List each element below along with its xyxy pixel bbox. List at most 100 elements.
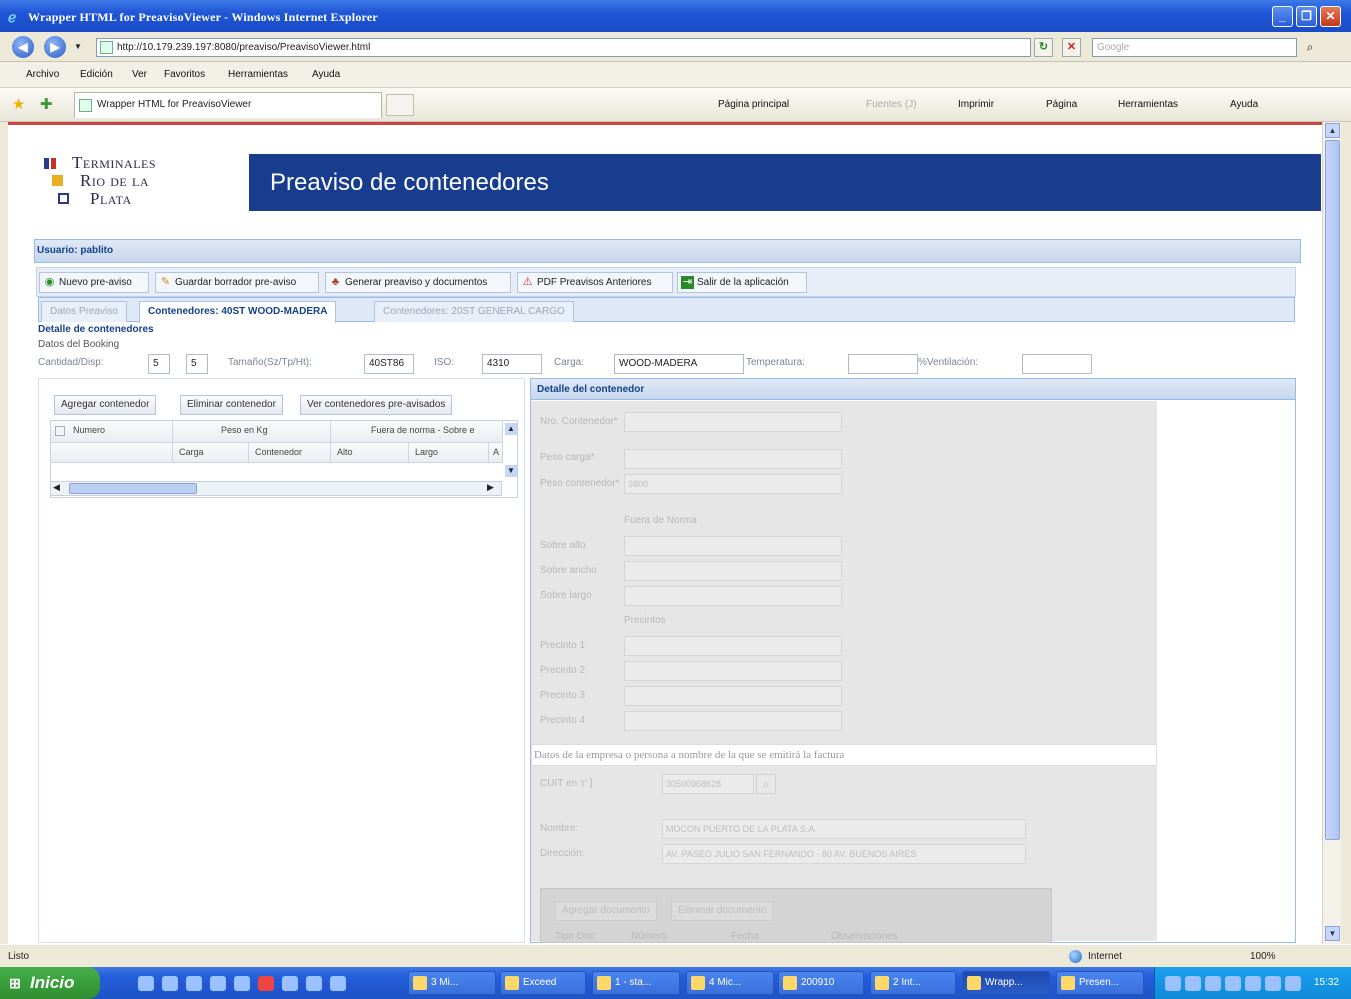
- new-tab-button[interactable]: [386, 94, 414, 116]
- help-command[interactable]: Ayuda: [1230, 99, 1258, 110]
- quicklaunch-icon[interactable]: [210, 976, 226, 991]
- tray-icon[interactable]: [1285, 976, 1301, 991]
- scroll-thumb[interactable]: [1325, 140, 1340, 840]
- grid-scroll-left-icon[interactable]: ◀: [53, 482, 60, 493]
- cuit-search-icon[interactable]: ⌕: [756, 774, 776, 794]
- quicklaunch-icon[interactable]: [282, 976, 298, 991]
- tab-40st-wood[interactable]: Contenedores: 40ST WOOD-MADERA: [139, 301, 337, 323]
- minimize-button[interactable]: _: [1272, 6, 1293, 27]
- menu-ver[interactable]: Ver: [132, 69, 147, 80]
- sobre-largo-field[interactable]: [624, 586, 842, 606]
- tools-command[interactable]: Herramientas: [1118, 99, 1178, 110]
- precinto4-field[interactable]: [624, 711, 842, 731]
- grid-subheader-carga[interactable]: Carga: [173, 443, 249, 463]
- stop-icon[interactable]: ✕: [1062, 38, 1081, 57]
- quicklaunch-icon[interactable]: [306, 976, 322, 991]
- tray-icon[interactable]: [1245, 976, 1261, 991]
- add-document-button[interactable]: Agregar documento: [555, 901, 657, 921]
- cuit-field[interactable]: 30500968628: [662, 774, 754, 794]
- page-scrollbar[interactable]: ▲ ▼: [1322, 122, 1341, 944]
- home-command[interactable]: Página principal: [718, 99, 789, 110]
- menu-herramientas[interactable]: Herramientas: [228, 69, 288, 80]
- close-button[interactable]: ✕: [1320, 6, 1341, 27]
- feeds-command[interactable]: Fuentes (J): [866, 99, 917, 110]
- history-dropdown-icon[interactable]: ▼: [74, 42, 82, 51]
- forward-button[interactable]: ▶: [44, 36, 66, 58]
- grid-hscrollbar[interactable]: ◀ ▶: [50, 481, 502, 496]
- grid-hscroll-thumb[interactable]: [69, 483, 197, 494]
- search-icon[interactable]: ⌕: [1300, 38, 1320, 57]
- direccion-field[interactable]: AV. PASEO JULIO SAN FERNANDO - 80 AV. BU…: [662, 844, 1026, 864]
- cantidad-field[interactable]: 5: [148, 354, 170, 374]
- taskbar-item[interactable]: 4 Mic...: [686, 971, 774, 995]
- page-command[interactable]: Página: [1046, 99, 1077, 110]
- favorites-star-icon[interactable]: ★: [12, 95, 25, 113]
- tab-20st-general[interactable]: Contenedores: 20ST GENERAL CARGO: [374, 301, 574, 322]
- grid-scroll-down-icon[interactable]: ▼: [505, 465, 517, 477]
- taskbar-item[interactable]: 200910: [778, 971, 864, 995]
- sobre-alto-field[interactable]: [624, 536, 842, 556]
- disp-field[interactable]: 5: [186, 354, 208, 374]
- maximize-button[interactable]: ❐: [1296, 6, 1317, 27]
- grid-header-fuera[interactable]: Fuera de norma - Sobre e: [331, 421, 503, 443]
- print-command[interactable]: Imprimir: [958, 99, 994, 110]
- address-input[interactable]: http://10.179.239.197:8080/preaviso/Prea…: [96, 38, 1031, 57]
- precinto3-field[interactable]: [624, 686, 842, 706]
- taskbar-item[interactable]: 2 Int...: [870, 971, 956, 995]
- grid-header-numero[interactable]: Numero: [51, 421, 173, 443]
- new-preaviso-button[interactable]: ◉ Nuevo pre-aviso: [39, 272, 149, 293]
- search-input[interactable]: Google: [1092, 38, 1297, 57]
- nro-contenedor-field[interactable]: [624, 412, 842, 432]
- add-favorites-icon[interactable]: ✚: [40, 95, 53, 113]
- grid-subheader-a[interactable]: A: [489, 443, 503, 463]
- menu-archivo[interactable]: Archivo: [26, 69, 59, 80]
- iso-field[interactable]: 4310: [482, 354, 542, 374]
- taskbar-item[interactable]: 1 - sta...: [592, 971, 680, 995]
- peso-carga-field[interactable]: [624, 449, 842, 469]
- tamano-field[interactable]: 40ST86: [364, 354, 414, 374]
- tray-icon[interactable]: [1185, 976, 1201, 991]
- quicklaunch-icon[interactable]: [258, 976, 274, 991]
- select-all-checkbox[interactable]: [55, 426, 65, 436]
- grid-scroll-up-icon[interactable]: ▲: [505, 423, 517, 435]
- taskbar-item[interactable]: Wrapp...: [962, 971, 1050, 995]
- quicklaunch-icon[interactable]: [138, 976, 154, 991]
- precinto1-field[interactable]: [624, 636, 842, 656]
- precinto2-field[interactable]: [624, 661, 842, 681]
- grid-subheader-contenedor[interactable]: Contenedor: [249, 443, 331, 463]
- quicklaunch-icon[interactable]: [330, 976, 346, 991]
- peso-contenedor-field[interactable]: 3800: [624, 474, 842, 494]
- pdf-button[interactable]: ⚠ PDF Preavisos Anteriores: [517, 272, 673, 293]
- ventilacion-field[interactable]: [1022, 354, 1092, 374]
- carga-field[interactable]: WOOD-MADERA: [614, 354, 744, 374]
- start-button[interactable]: ⊞ Inicio: [0, 967, 100, 999]
- remove-document-button[interactable]: Eliminar documento: [671, 901, 774, 921]
- quicklaunch-icon[interactable]: [186, 976, 202, 991]
- remove-container-button[interactable]: Eliminar contenedor: [180, 395, 283, 415]
- scroll-up-icon[interactable]: ▲: [1325, 123, 1340, 138]
- generate-button[interactable]: ♣ Generar preaviso y documentos: [325, 272, 511, 293]
- back-button[interactable]: ◀: [12, 36, 34, 58]
- grid-header-peso[interactable]: Peso en Kg: [173, 421, 331, 443]
- taskbar-item[interactable]: Presen...: [1056, 971, 1144, 995]
- tab-datos-preaviso[interactable]: Datos Preaviso: [41, 301, 127, 322]
- tray-icon[interactable]: [1265, 976, 1281, 991]
- menu-ayuda[interactable]: Ayuda: [312, 69, 340, 80]
- temperatura-field[interactable]: [848, 354, 918, 374]
- quicklaunch-icon[interactable]: [234, 976, 250, 991]
- menu-favoritos[interactable]: Favoritos: [164, 69, 205, 80]
- tray-icon[interactable]: [1165, 976, 1181, 991]
- grid-subheader-alto[interactable]: Alto: [331, 443, 409, 463]
- save-draft-button[interactable]: ✎ Guardar borrador pre-aviso: [155, 272, 319, 293]
- quicklaunch-icon[interactable]: [162, 976, 178, 991]
- tray-icon[interactable]: [1225, 976, 1241, 991]
- tray-icon[interactable]: [1205, 976, 1221, 991]
- menu-edicion[interactable]: Edición: [80, 69, 113, 80]
- zoom-level[interactable]: 100%: [1250, 951, 1276, 962]
- exit-button[interactable]: ⇥ Salir de la aplicación: [677, 272, 807, 293]
- add-container-button[interactable]: Agregar contenedor: [54, 395, 157, 415]
- view-containers-button[interactable]: Ver contenedores pre-avisados: [300, 395, 453, 415]
- taskbar-item[interactable]: Exceed: [500, 971, 586, 995]
- taskbar-item[interactable]: 3 Mi...: [408, 971, 496, 995]
- refresh-icon[interactable]: ↻: [1034, 38, 1053, 57]
